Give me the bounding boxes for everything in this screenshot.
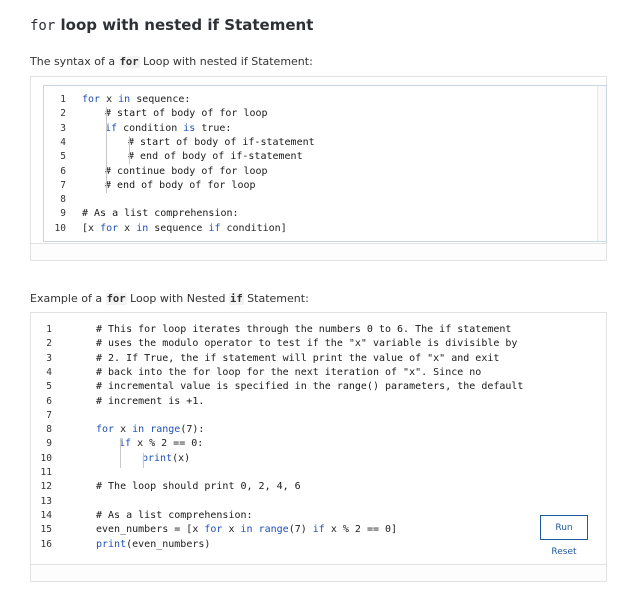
line-number: 7 xyxy=(60,179,66,191)
indent-guide xyxy=(129,136,130,164)
indent-guide xyxy=(120,438,121,468)
example-intro: Example of a for Loop with Nested if Sta… xyxy=(30,292,309,305)
example-intro-code-for: for xyxy=(105,293,127,305)
example-intro-middle: Loop with Nested xyxy=(126,292,230,305)
code-line: # continue body of for loop xyxy=(105,165,268,177)
example-panel-footer xyxy=(30,564,607,582)
code-line: # This for loop iterates through the num… xyxy=(96,324,512,335)
line-number: 10 xyxy=(40,452,52,464)
code-line: # uses the modulo operator to test if th… xyxy=(96,338,518,350)
code-line: # end of body of if-statement xyxy=(128,151,303,163)
syntax-panel-footer xyxy=(30,243,607,261)
line-number: 8 xyxy=(60,194,66,206)
line-number: 4 xyxy=(60,136,66,148)
line-number: 1 xyxy=(60,94,66,105)
line-number: 9 xyxy=(60,208,66,220)
title-text: loop with nested if Statement xyxy=(55,16,314,34)
line-number: 2 xyxy=(46,338,52,350)
code-line: # start of body of if-statement xyxy=(128,136,315,148)
indent-guide xyxy=(106,107,107,193)
code-line: for x in sequence: xyxy=(82,94,191,105)
line-number: 5 xyxy=(46,381,52,393)
syntax-panel: 1 for x in sequence: 2 # start of body of f… xyxy=(30,76,607,245)
code-line: # incremental value is specified in the … xyxy=(96,381,524,393)
syntax-code-editor[interactable]: 1 for x in sequence: 2 # start of body of f… xyxy=(43,85,607,242)
code-line: [x for x in sequence if condition] xyxy=(82,222,287,234)
code-line: # The loop should print 0, 2, 4, 6 xyxy=(96,481,301,493)
run-button[interactable]: Run xyxy=(540,515,588,540)
code-line: if x % 2 == 0: xyxy=(119,438,204,450)
example-intro-code-if: if xyxy=(229,293,244,305)
line-number: 10 xyxy=(54,222,66,234)
line-number: 12 xyxy=(40,481,52,493)
line-number: 4 xyxy=(46,366,52,378)
line-number: 3 xyxy=(46,352,52,364)
code-line: # back into the for loop for the next it… xyxy=(96,366,482,378)
code-line: # 2. If True, the if statement will prin… xyxy=(96,352,500,364)
line-number: 2 xyxy=(60,108,66,120)
indent-guide xyxy=(143,453,144,468)
line-number: 14 xyxy=(40,509,52,521)
line-number: 1 xyxy=(46,324,52,335)
syntax-scrollbar[interactable] xyxy=(597,86,606,241)
syntax-intro: The syntax of a for Loop with nested if … xyxy=(30,55,313,68)
page-title: for loop with nested if Statement xyxy=(30,16,313,34)
code-line: # end of body of for loop xyxy=(105,179,256,191)
line-number: 7 xyxy=(46,409,52,421)
code-line: for x in range(7): xyxy=(96,424,205,436)
syntax-intro-code: for xyxy=(118,56,140,68)
example-panel: 1 # This for loop iterates through the nu… xyxy=(30,312,607,566)
code-line: # start of body of for loop xyxy=(105,108,268,120)
reset-link[interactable]: Reset xyxy=(550,547,578,557)
code-line: # As a list comprehension: xyxy=(82,208,239,220)
line-number: 6 xyxy=(46,395,52,407)
example-intro-suffix: Statement: xyxy=(243,292,309,305)
line-number: 16 xyxy=(40,538,52,550)
code-line: # As a list comprehension: xyxy=(96,509,253,521)
line-number: 9 xyxy=(46,438,52,450)
line-number: 3 xyxy=(60,122,66,134)
example-intro-prefix: Example of a xyxy=(30,292,106,305)
line-number: 5 xyxy=(60,151,66,163)
line-number: 8 xyxy=(46,424,52,436)
line-number: 13 xyxy=(40,495,52,507)
code-line: print(x) xyxy=(142,452,191,464)
syntax-intro-prefix: The syntax of a xyxy=(30,55,119,68)
line-number: 11 xyxy=(40,467,52,478)
example-code-editor[interactable]: 1 # This for loop iterates through the nu… xyxy=(41,320,553,560)
code-line: if condition is true: xyxy=(105,122,232,134)
code-line: # increment is +1. xyxy=(96,395,205,407)
title-code: for xyxy=(30,18,56,34)
line-number: 6 xyxy=(60,165,66,177)
line-number: 15 xyxy=(40,524,52,536)
code-line: print(even_numbers) xyxy=(96,538,211,550)
syntax-intro-suffix: Loop with nested if Statement: xyxy=(139,55,313,68)
code-line: even_numbers = [x for x in range(7) if x… xyxy=(96,524,398,536)
